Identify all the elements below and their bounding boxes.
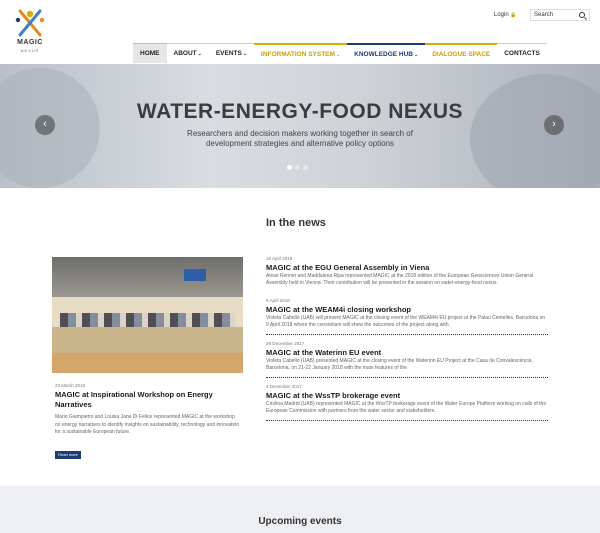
hero-slider: WATER-ENERGY-FOOD NEXUS Researchers and …: [0, 64, 600, 188]
featured-news-title[interactable]: MAGIC at Inspirational Workshop on Energ…: [55, 390, 240, 410]
nav-dialogue-space-label: DIALOGUE SPACE: [432, 51, 491, 58]
chevron-down-icon: ⌄: [242, 51, 248, 57]
slider-dot[interactable]: [295, 165, 300, 170]
slider-prev-button[interactable]: ‹: [35, 115, 55, 135]
search-input[interactable]: Search: [530, 9, 590, 21]
nav-events-label: EVENTS: [215, 50, 242, 57]
nav-events[interactable]: EVENTS⌄: [208, 43, 255, 63]
news-title[interactable]: MAGIC at the WEAM4i closing workshop: [266, 304, 548, 315]
hero-subtitle: Researchers and decision makers working …: [187, 129, 413, 148]
slider-dot[interactable]: [303, 165, 308, 170]
login-label: Login: [494, 12, 509, 18]
nav-about-label: ABOUT: [173, 50, 197, 57]
hero-background-person: [470, 74, 600, 188]
chevron-right-icon: ›: [552, 118, 556, 130]
news-excerpt: Violeta Cabello (UAB) presented MAGIC at…: [266, 358, 533, 371]
featured-news-date: 23 March 2018: [55, 383, 86, 388]
news-title[interactable]: MAGIC at the EGU General Assembly in Vie…: [266, 262, 548, 273]
logo-wordmark: MAGIC: [17, 39, 43, 46]
lock-icon: 🔒: [510, 12, 517, 18]
chevron-left-icon: ‹: [43, 118, 47, 130]
upcoming-events-section: Upcoming events: [0, 486, 600, 533]
news-item: 4 December 2017 MAGIC at the WssTP broke…: [266, 384, 548, 421]
upcoming-events-heading: Upcoming events: [258, 516, 342, 527]
slider-dot[interactable]: [287, 165, 292, 170]
magic-logo-icon: [15, 9, 45, 37]
login-link[interactable]: Login 🔒: [494, 12, 517, 18]
news-list: 16 April 2018 MAGIC at the EGU General A…: [266, 256, 548, 427]
logo-tagline: NEXUS: [20, 48, 40, 53]
nav-home-label: HOME: [140, 50, 160, 57]
photo-floor: [52, 353, 243, 373]
nav-knowledge-hub-label: KNOWLEDGE HUB: [354, 51, 413, 58]
read-more-button[interactable]: Read more: [55, 451, 81, 459]
news-excerpt: Cristina Madrid (UAB) represented MAGIC …: [266, 401, 547, 414]
featured-news-image[interactable]: [52, 257, 243, 373]
nav-information-system-label: INFORMATION SYSTEM: [261, 51, 335, 58]
slider-next-button[interactable]: ›: [544, 115, 564, 135]
photo-wall: [52, 257, 243, 297]
main-nav: HOME ABOUT⌄ EVENTS⌄ INFORMATION SYSTEM⌄ …: [133, 43, 547, 63]
nav-knowledge-hub[interactable]: KNOWLEDGE HUB⌄: [347, 43, 426, 63]
chevron-down-icon: ⌄: [197, 51, 202, 57]
nav-home[interactable]: HOME: [133, 43, 167, 63]
nav-about[interactable]: ABOUT⌄: [166, 43, 209, 63]
photo-screen: [184, 269, 206, 281]
photo-table: [52, 327, 243, 353]
nav-dialogue-space[interactable]: DIALOGUE SPACE: [425, 43, 498, 63]
news-item: 29 December 2017 MAGIC at the Waterinn E…: [266, 341, 548, 378]
news-title[interactable]: MAGIC at the WssTP brokerage event: [266, 390, 548, 401]
nav-contacts[interactable]: CONTACTS: [497, 43, 547, 63]
nav-contacts-label: CONTACTS: [504, 50, 540, 57]
site-header: MAGIC NEXUS Login 🔒 Search HOME ABOUT⌄ E…: [0, 0, 600, 64]
magic-logo[interactable]: MAGIC NEXUS: [12, 8, 48, 56]
hero-title: WATER-ENERGY-FOOD NEXUS: [136, 100, 464, 123]
chevron-down-icon: ⌄: [335, 52, 341, 58]
news-item: 5 April 2018 MAGIC at the WEAM4i closing…: [266, 298, 548, 335]
search-placeholder: Search: [534, 12, 554, 18]
search-icon[interactable]: [579, 12, 585, 18]
chevron-down-icon: ⌄: [414, 52, 419, 58]
news-excerpt: Ansel Renner and Maddalena Ripa represen…: [266, 273, 534, 286]
featured-news-text: Mario Giampietro and Louisa Jane Di Feli…: [55, 414, 240, 435]
news-title[interactable]: MAGIC at the Waterinn EU event: [266, 347, 548, 358]
nav-information-system[interactable]: INFORMATION SYSTEM⌄: [254, 43, 348, 63]
news-heading: In the news: [266, 217, 326, 229]
slider-dots: [287, 165, 308, 170]
news-item: 16 April 2018 MAGIC at the EGU General A…: [266, 256, 548, 292]
news-excerpt: Violeta Cabello (UAB) will present MAGIC…: [266, 315, 546, 328]
